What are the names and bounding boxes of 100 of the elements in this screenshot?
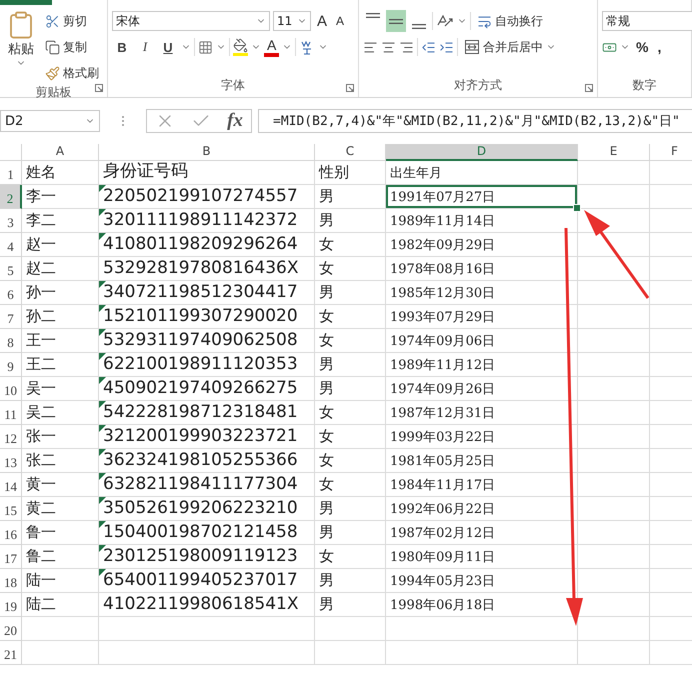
merge-center-button[interactable]: 合并后居中 <box>461 36 559 58</box>
clipboard-command[interactable]: 复制 <box>42 36 102 58</box>
empty-cell <box>578 185 650 209</box>
error-flag-icon[interactable] <box>99 401 106 408</box>
error-flag-icon[interactable] <box>99 473 106 480</box>
cell-text: 身份证号码 <box>103 160 188 182</box>
vertical-align-icon <box>389 18 403 24</box>
row-header[interactable]: 2 <box>0 185 22 209</box>
cell-text: 性别 <box>319 163 349 182</box>
empty-cell <box>315 641 386 665</box>
cell-text: 女 <box>319 259 334 278</box>
dialog-launcher-icon[interactable] <box>346 84 354 92</box>
error-flag-icon[interactable] <box>99 185 106 192</box>
cell-text: 张一 <box>26 427 56 446</box>
error-flag-icon[interactable] <box>99 353 106 360</box>
empty-cell <box>578 617 650 641</box>
cell-text: 男 <box>319 523 334 542</box>
column-header[interactable]: A <box>22 144 99 161</box>
row-header[interactable]: 17 <box>0 545 22 569</box>
row-header[interactable]: 11 <box>0 401 22 425</box>
cell-text: 姓名 <box>26 163 56 182</box>
error-flag-icon[interactable] <box>99 329 106 336</box>
row-header[interactable]: 12 <box>0 425 22 449</box>
scissors-icon <box>45 14 60 28</box>
column-header[interactable]: B <box>99 144 315 161</box>
dialog-launcher-icon[interactable] <box>585 84 593 92</box>
row-header[interactable]: 5 <box>0 257 22 281</box>
row-header[interactable]: 15 <box>0 497 22 521</box>
row-header[interactable]: 21 <box>0 641 22 665</box>
paste-button[interactable]: 粘贴 <box>4 10 38 84</box>
shrink-font-button[interactable]: A <box>333 10 348 32</box>
row-header[interactable]: 10 <box>0 377 22 401</box>
cell-text: 321200199903223721 <box>103 426 298 446</box>
row-header[interactable]: 14 <box>0 473 22 497</box>
wrap-text-icon <box>477 14 492 28</box>
error-flag-icon[interactable] <box>99 425 106 432</box>
text-orientation-icon[interactable] <box>436 13 454 29</box>
fill-handle[interactable] <box>573 204 581 212</box>
clipboard-command[interactable]: 剪切 <box>42 10 102 32</box>
merge-cells-icon <box>464 39 480 55</box>
grow-font-button[interactable]: A <box>314 10 330 32</box>
font-style-button[interactable]: I <box>135 36 155 58</box>
cell-text: 女 <box>319 403 334 422</box>
column-header[interactable]: D <box>386 144 578 161</box>
border-icon <box>198 40 213 54</box>
error-flag-icon[interactable] <box>99 281 106 288</box>
cell-text: 1993年07月29日 <box>390 309 496 326</box>
font-size-select[interactable]: 11 <box>273 11 311 31</box>
comma-button[interactable]: , <box>654 36 664 58</box>
vertical-align-button[interactable] <box>386 10 406 32</box>
insert-function-button[interactable]: fx <box>227 110 243 132</box>
cell-text: 1985年12月30日 <box>390 285 496 302</box>
dialog-launcher-icon[interactable] <box>95 84 103 92</box>
font-style-button[interactable]: B <box>112 36 132 58</box>
row-header[interactable]: 6 <box>0 281 22 305</box>
cell-text: 李二 <box>26 211 56 230</box>
cell-text: 1991年07月27日 <box>390 189 496 206</box>
number-format-select[interactable]: 常规 <box>602 11 692 31</box>
cell-text: 男 <box>319 595 334 614</box>
font-style-button[interactable]: U <box>158 36 178 58</box>
row-header[interactable]: 4 <box>0 233 22 257</box>
formula-field[interactable]: =MID(B2,7,4)&"年"&MID(B2,11,2)&"月"&MID(B2,13,2)&"日" <box>258 109 692 133</box>
name-box[interactable]: D2 <box>0 110 100 132</box>
error-flag-icon[interactable] <box>99 305 106 312</box>
cell-text: 鲁二 <box>26 547 56 566</box>
cell-text: 男 <box>319 571 334 590</box>
row-header[interactable]: 19 <box>0 593 22 617</box>
row-header[interactable]: 16 <box>0 521 22 545</box>
row-header[interactable]: 9 <box>0 353 22 377</box>
column-header[interactable]: E <box>578 144 650 161</box>
row-header[interactable]: 13 <box>0 449 22 473</box>
cell-text: 男 <box>319 211 334 230</box>
error-flag-icon[interactable] <box>99 449 106 456</box>
cell-text: 1981年05月25日 <box>390 453 496 470</box>
clipboard-command[interactable]: 格式刷 <box>42 62 102 84</box>
column-header[interactable]: C <box>315 144 386 161</box>
paste-label: 粘贴 <box>8 41 34 58</box>
cell-text: 男 <box>319 379 334 398</box>
error-flag-icon[interactable] <box>99 545 106 552</box>
column-header[interactable]: F <box>650 144 692 161</box>
error-flag-icon[interactable] <box>99 569 106 576</box>
cell-text: 654001199405237017 <box>103 570 298 590</box>
row-header[interactable]: 20 <box>0 617 22 641</box>
percent-button[interactable]: % <box>633 36 652 58</box>
row-header[interactable]: 7 <box>0 305 22 329</box>
row-header[interactable]: 18 <box>0 569 22 593</box>
font-name-select[interactable]: 宋体 <box>112 11 270 31</box>
error-flag-icon[interactable] <box>99 521 106 528</box>
row-header[interactable]: 8 <box>0 329 22 353</box>
cell-text: 450902197409266275 <box>103 378 298 398</box>
copy-icon <box>45 40 60 54</box>
font-color-button[interactable]: A <box>264 37 280 57</box>
error-flag-icon[interactable] <box>99 497 106 504</box>
row-header[interactable]: 3 <box>0 209 22 233</box>
group-label: 字体 <box>220 77 246 94</box>
cell-text: 362324198105255366 <box>103 450 298 470</box>
row-header[interactable]: 1 <box>0 161 22 185</box>
cell-text: 女 <box>319 427 334 446</box>
error-flag-icon[interactable] <box>99 209 106 216</box>
wrap-text-button[interactable]: 自动换行 <box>474 10 546 32</box>
